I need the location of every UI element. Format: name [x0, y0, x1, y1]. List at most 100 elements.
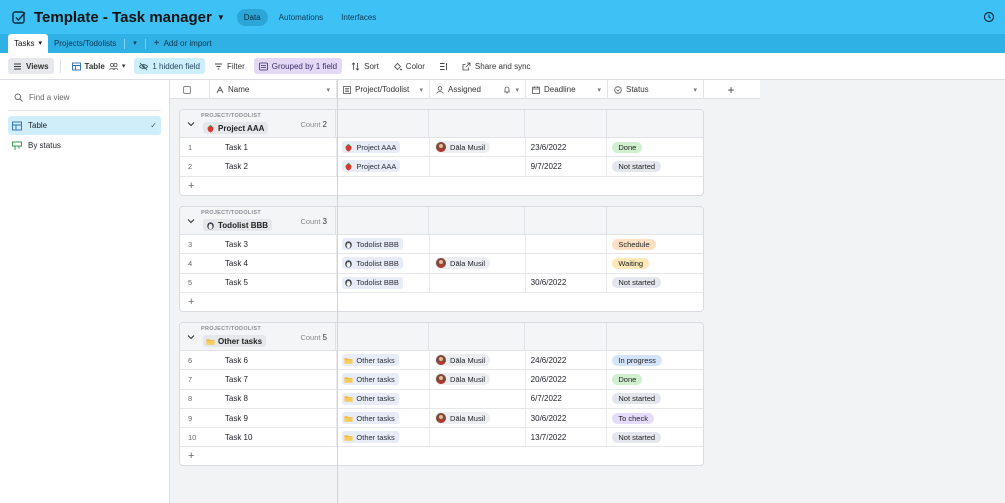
- share-sync-button[interactable]: Share and sync: [457, 58, 536, 74]
- cell-deadline[interactable]: 24/6/2022: [526, 351, 608, 370]
- table-row[interactable]: 4 Task 4 Todolist BBB Dāla Musil Waiting: [180, 254, 703, 274]
- collaborator-pill[interactable]: Dāla Musil: [435, 412, 491, 425]
- cell-assigned[interactable]: Dāla Musil: [430, 408, 526, 428]
- row-height-button[interactable]: [434, 58, 453, 74]
- linked-record-pill[interactable]: Todolist BBB: [342, 276, 403, 289]
- summary-cell[interactable]: [429, 323, 525, 350]
- column-header-status[interactable]: Status ▾: [608, 80, 704, 99]
- table-row[interactable]: 2 Task 2 Project AAA 9/7/2022 Not started: [180, 157, 703, 177]
- table-row[interactable]: 10 Task 10 Other tasks 13/7/2022 Not started: [180, 428, 703, 448]
- cell-name[interactable]: Task 10: [220, 428, 338, 447]
- cell-name[interactable]: Task 5: [220, 273, 338, 292]
- group-header[interactable]: PROJECT/TODOLIST Project AAA Count 2: [180, 110, 703, 138]
- table-row[interactable]: 1 Task 1 Project AAA Dāla Musil 23/6/2022 Don…: [180, 138, 703, 158]
- cell-deadline[interactable]: 13/7/2022: [526, 428, 608, 447]
- select-all-cell[interactable]: [170, 80, 210, 99]
- collaborator-pill[interactable]: Dāla Musil: [435, 373, 491, 386]
- cell-status[interactable]: Not started: [607, 157, 703, 175]
- cell-assigned[interactable]: [430, 235, 526, 254]
- cell-deadline[interactable]: 6/7/2022: [526, 389, 608, 408]
- cell-assigned[interactable]: Dāla Musil: [430, 254, 526, 273]
- chevron-down-icon[interactable]: [187, 333, 195, 341]
- summary-cell[interactable]: [429, 207, 525, 234]
- base-title[interactable]: Template - Task manager: [34, 9, 212, 26]
- cell-status[interactable]: Not started: [607, 390, 703, 408]
- group-header[interactable]: PROJECT/TODOLIST Other tasks Count 5: [180, 323, 703, 351]
- summary-cell[interactable]: [607, 207, 703, 234]
- tab-projects-todolists[interactable]: Projects/Todolists: [48, 34, 122, 53]
- cell-status[interactable]: Schedule: [607, 235, 703, 253]
- table-row[interactable]: 5 Task 5 Todolist BBB 30/6/2022 Not started: [180, 273, 703, 293]
- linked-record-pill[interactable]: Other tasks: [342, 354, 399, 367]
- cell-deadline[interactable]: 30/6/2022: [526, 273, 608, 292]
- cell-deadline[interactable]: 30/6/2022: [526, 408, 608, 428]
- cell-project[interactable]: Other tasks: [337, 351, 431, 370]
- cell-project[interactable]: Other tasks: [337, 389, 431, 408]
- chevron-down-icon[interactable]: ▾: [326, 86, 330, 94]
- cell-project[interactable]: Project AAA: [337, 157, 431, 176]
- cell-assigned[interactable]: [430, 157, 526, 176]
- chevron-down-icon[interactable]: ▾: [693, 86, 697, 94]
- chevron-down-icon[interactable]: [187, 120, 195, 128]
- tab-tasks[interactable]: Tasks ▾: [8, 34, 48, 53]
- cell-status[interactable]: Not started: [607, 274, 703, 292]
- chevron-down-icon[interactable]: ▼: [217, 13, 225, 22]
- cell-assigned[interactable]: Dāla Musil: [430, 351, 526, 370]
- summary-cell[interactable]: [525, 110, 607, 137]
- add-record-button[interactable]: +: [180, 177, 703, 195]
- cell-project[interactable]: Todolist BBB: [337, 273, 431, 292]
- history-icon[interactable]: [983, 11, 995, 23]
- cell-assigned[interactable]: [430, 428, 526, 447]
- group-value[interactable]: Todolist BBB: [203, 219, 273, 231]
- cell-status[interactable]: In progress: [607, 351, 703, 369]
- add-record-button[interactable]: +: [180, 447, 703, 465]
- cell-deadline[interactable]: 9/7/2022: [526, 157, 608, 176]
- table-row[interactable]: 6 Task 6 Other tasks Dāla Musil 24/6/2022 In …: [180, 351, 703, 371]
- nav-interfaces[interactable]: Interfaces: [334, 9, 383, 26]
- cell-deadline[interactable]: 20/6/2022: [526, 370, 608, 389]
- column-header-project[interactable]: Project/Todolist ▾: [337, 80, 430, 99]
- cell-deadline[interactable]: [526, 235, 608, 254]
- all-tables-dropdown[interactable]: ▾: [127, 34, 143, 53]
- linked-record-pill[interactable]: Todolist BBB: [342, 238, 403, 251]
- table-row[interactable]: 8 Task 8 Other tasks 6/7/2022 Not started: [180, 389, 703, 409]
- cell-name[interactable]: Task 6: [220, 351, 338, 370]
- cell-project[interactable]: Other tasks: [337, 408, 431, 428]
- linked-record-pill[interactable]: Other tasks: [342, 392, 399, 405]
- column-header-assigned[interactable]: Assigned ▾: [430, 80, 526, 99]
- group-value[interactable]: Other tasks: [203, 335, 267, 347]
- linked-record-pill[interactable]: Other tasks: [342, 431, 399, 444]
- find-view-search[interactable]: Find a view: [14, 90, 161, 104]
- select-all-checkbox[interactable]: [182, 85, 191, 94]
- summary-cell[interactable]: [525, 207, 607, 234]
- table-row[interactable]: 3 Task 3 Todolist BBB Schedule: [180, 235, 703, 255]
- cell-name[interactable]: Task 1: [220, 138, 338, 157]
- cell-project[interactable]: Other tasks: [337, 428, 431, 447]
- cell-assigned[interactable]: [430, 389, 526, 408]
- filter-button[interactable]: Filter: [209, 58, 250, 74]
- summary-cell[interactable]: [607, 323, 703, 350]
- add-record-button[interactable]: +: [180, 293, 703, 311]
- cell-name[interactable]: Task 7: [220, 370, 338, 389]
- cell-name[interactable]: Task 9: [220, 408, 338, 428]
- cell-assigned[interactable]: [430, 273, 526, 292]
- linked-record-pill[interactable]: Todolist BBB: [342, 257, 403, 270]
- collaborator-pill[interactable]: Dāla Musil: [435, 257, 491, 270]
- sidebar-item-table[interactable]: Table ✓: [8, 116, 161, 135]
- sort-button[interactable]: Sort: [346, 58, 384, 74]
- views-toggle-button[interactable]: Views: [8, 58, 54, 74]
- cell-assigned[interactable]: Dāla Musil: [430, 138, 526, 157]
- group-header[interactable]: PROJECT/TODOLIST Todolist BBB Count 3: [180, 207, 703, 235]
- collaborator-pill[interactable]: Dāla Musil: [435, 141, 491, 154]
- color-button[interactable]: Color: [388, 58, 430, 74]
- summary-cell[interactable]: [336, 207, 429, 234]
- cell-status[interactable]: Done: [607, 370, 703, 388]
- collaborator-pill[interactable]: Dāla Musil: [435, 354, 491, 367]
- cell-name[interactable]: Task 2: [220, 157, 338, 176]
- linked-record-pill[interactable]: Project AAA: [342, 160, 401, 173]
- column-header-name[interactable]: Name ▾: [210, 80, 337, 99]
- summary-cell[interactable]: [607, 110, 703, 137]
- chevron-down-icon[interactable]: ▾: [419, 86, 423, 94]
- cell-name[interactable]: Task 3: [220, 235, 338, 254]
- chevron-down-icon[interactable]: ▾: [38, 34, 42, 53]
